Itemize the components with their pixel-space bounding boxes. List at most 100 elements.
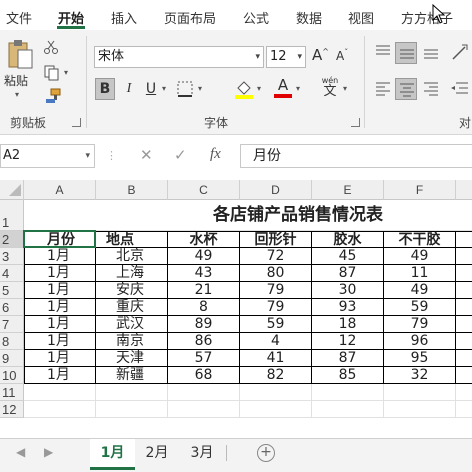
add-sheet-button[interactable]: + (257, 444, 275, 462)
phonetic-dropdown-icon[interactable]: ▾ (343, 84, 347, 93)
table-cell[interactable]: 59 (384, 299, 456, 316)
table-cell[interactable]: 49 (384, 282, 456, 299)
align-left-icon[interactable] (374, 80, 392, 96)
row-header-6[interactable]: 6 (0, 299, 24, 316)
cancel-icon[interactable]: ✕ (140, 146, 153, 164)
decrease-indent-icon[interactable] (450, 80, 470, 96)
tab-data[interactable]: 数据 (296, 8, 322, 27)
table-cell[interactable] (456, 231, 472, 248)
grid-cell[interactable] (384, 401, 456, 418)
select-all-corner[interactable] (0, 180, 24, 200)
table-cell[interactable]: 82 (240, 367, 312, 384)
italic-button[interactable]: I (121, 78, 137, 100)
insert-function-button[interactable]: fx (210, 146, 221, 163)
tab-formulas[interactable]: 公式 (243, 8, 269, 27)
row-header-8[interactable]: 8 (0, 333, 24, 350)
copy-dropdown-icon[interactable]: ▾ (64, 68, 68, 77)
table-cell[interactable]: 79 (240, 299, 312, 316)
table-cell[interactable]: 18 (312, 316, 384, 333)
table-cell[interactable]: 北京 (96, 248, 168, 265)
copy-icon[interactable] (44, 65, 60, 81)
table-cell[interactable]: 1月 (24, 282, 96, 299)
decrease-font-size-button[interactable]: Aˇ (336, 48, 348, 63)
table-cell[interactable]: 96 (384, 333, 456, 350)
table-cell[interactable]: 8 (168, 299, 240, 316)
tab-view[interactable]: 视图 (348, 8, 374, 27)
enter-icon[interactable]: ✓ (174, 146, 187, 164)
table-cell[interactable]: 95 (384, 350, 456, 367)
table-cell[interactable]: 72 (240, 248, 312, 265)
table-cell[interactable]: 1月 (24, 333, 96, 350)
name-box[interactable]: A2 ▾ (0, 144, 95, 168)
table-cell[interactable]: 41 (240, 350, 312, 367)
table-cell[interactable] (456, 316, 472, 333)
table-cell[interactable]: 重庆 (96, 299, 168, 316)
table-cell[interactable]: 30 (312, 282, 384, 299)
table-cell[interactable]: 49 (384, 248, 456, 265)
row-header-9[interactable]: 9 (0, 350, 24, 367)
tab-file[interactable]: 文件 (6, 8, 32, 27)
row-header-7[interactable]: 7 (0, 316, 24, 333)
align-middle-icon[interactable] (395, 42, 417, 64)
table-cell[interactable]: 1月 (24, 367, 96, 384)
grid-cell[interactable] (96, 401, 168, 418)
table-cell[interactable]: 87 (312, 265, 384, 282)
table-cell[interactable] (456, 248, 472, 265)
grid-cell[interactable] (96, 384, 168, 401)
table-cell[interactable]: 57 (168, 350, 240, 367)
align-bottom-icon[interactable] (422, 44, 440, 60)
table-cell[interactable] (456, 265, 472, 282)
table-cell[interactable] (456, 299, 472, 316)
table-cell[interactable]: 上海 (96, 265, 168, 282)
tab-home[interactable]: 开始 (58, 8, 84, 27)
grid-cell[interactable] (24, 401, 96, 418)
table-cell[interactable]: 1月 (24, 350, 96, 367)
column-header-a[interactable]: A (24, 180, 96, 200)
table-cell[interactable]: 49 (168, 248, 240, 265)
table-cell[interactable] (456, 333, 472, 350)
format-painter-icon[interactable] (44, 88, 62, 104)
column-header-b[interactable]: B (96, 180, 168, 200)
table-cell[interactable]: 93 (312, 299, 384, 316)
table-cell[interactable] (456, 282, 472, 299)
grid-cell[interactable] (240, 384, 312, 401)
table-cell[interactable]: 21 (168, 282, 240, 299)
font-name-select[interactable]: 宋体 ▾ (94, 46, 264, 68)
table-cell[interactable]: 1月 (24, 316, 96, 333)
row-header-10[interactable]: 10 (0, 367, 24, 384)
table-cell[interactable]: 1月 (24, 299, 96, 316)
table-cell[interactable]: 武汉 (96, 316, 168, 333)
font-size-select[interactable]: 12 ▾ (266, 46, 306, 68)
font-launcher-icon[interactable] (351, 118, 360, 127)
table-cell[interactable]: 4 (240, 333, 312, 350)
table-header-cell[interactable]: 水杯 (168, 231, 240, 248)
align-right-icon[interactable] (422, 80, 440, 96)
sheet-title[interactable]: 各店铺产品销售情况表 (24, 200, 472, 231)
grid-cell[interactable] (312, 384, 384, 401)
row-header-11[interactable]: 11 (0, 384, 24, 401)
table-cell[interactable]: 87 (312, 350, 384, 367)
sheet-tab-jan[interactable]: 1月 (90, 439, 135, 470)
table-header-cell[interactable]: 胶水 (312, 231, 384, 248)
bold-button[interactable]: B (95, 78, 115, 100)
fill-color-icon[interactable] (234, 78, 254, 100)
table-cell[interactable]: 86 (168, 333, 240, 350)
align-center-icon[interactable] (395, 78, 417, 100)
row-header-3[interactable]: 3 (0, 248, 24, 265)
table-cell[interactable]: 43 (168, 265, 240, 282)
table-cell[interactable]: 80 (240, 265, 312, 282)
paste-icon[interactable] (6, 38, 36, 74)
column-header-e[interactable]: E (312, 180, 384, 200)
row-header-4[interactable]: 4 (0, 265, 24, 282)
paste-button[interactable]: 粘贴 (4, 72, 28, 89)
orientation-icon[interactable] (450, 42, 470, 62)
table-cell[interactable] (456, 367, 472, 384)
table-cell[interactable]: 11 (384, 265, 456, 282)
table-header-cell[interactable]: 不干胶 (384, 231, 456, 248)
grid-cell[interactable] (456, 401, 472, 418)
formula-input[interactable]: 月份 (240, 144, 472, 168)
grid-cell[interactable] (384, 384, 456, 401)
align-top-icon[interactable] (374, 44, 392, 60)
row-header-1[interactable]: 1 (0, 200, 24, 231)
underline-dropdown-icon[interactable]: ▾ (162, 84, 166, 93)
